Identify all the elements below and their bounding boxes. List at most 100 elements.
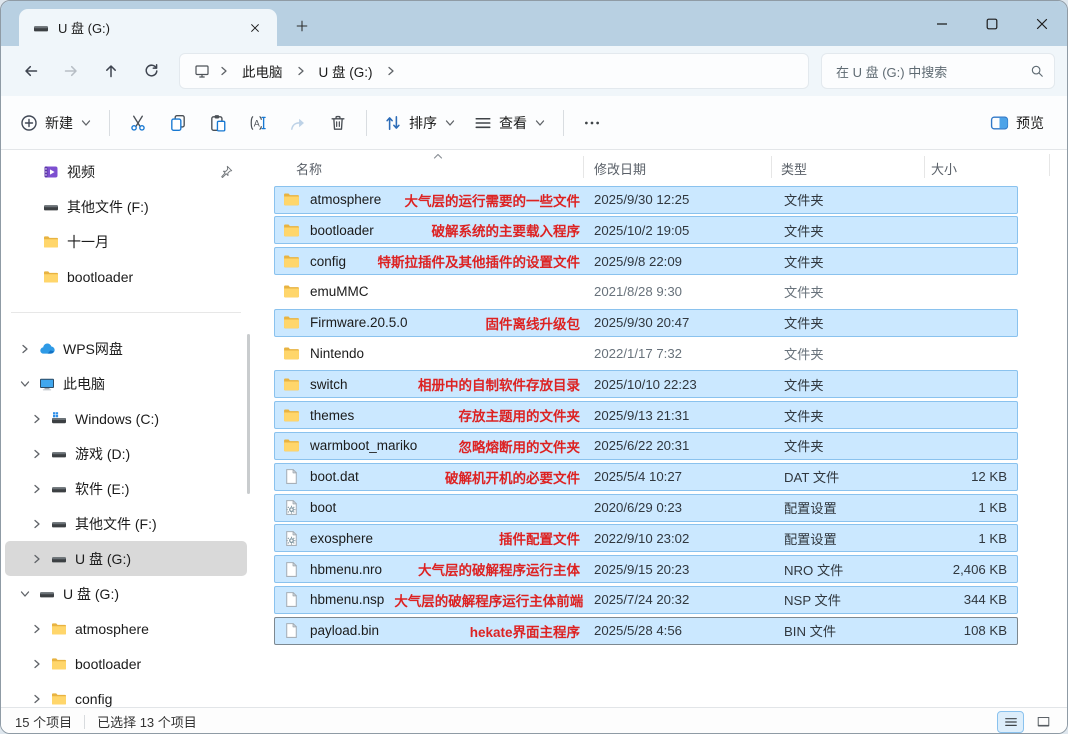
back-button[interactable] bbox=[11, 53, 51, 89]
folder-icon bbox=[51, 621, 67, 637]
close-icon bbox=[249, 22, 261, 34]
file-row[interactable]: payload.binhekate界面主程序2025/5/28 4:56BIN … bbox=[274, 617, 1018, 645]
navigation-bar: 此电脑 U 盘 (G:) 在 U 盘 (G:) 中搜索 bbox=[1, 46, 1067, 96]
search-input[interactable]: 在 U 盘 (G:) 中搜索 bbox=[821, 53, 1055, 89]
sidebar-scrollbar[interactable] bbox=[247, 334, 250, 494]
sidebar-item[interactable]: config bbox=[5, 681, 247, 707]
file-type: 文件夹 bbox=[774, 248, 924, 274]
file-list: 名称 修改日期 类型 大小 atmosphere大气层的运行需要的一些文件202… bbox=[255, 150, 1067, 707]
sidebar-item-label: config bbox=[75, 691, 112, 707]
sidebar-item[interactable]: 其他文件 (F:) bbox=[5, 189, 247, 224]
sidebar-tree: WPS网盘此电脑Windows (C:)游戏 (D:)软件 (E:)其他文件 (… bbox=[1, 331, 255, 707]
paste-button[interactable] bbox=[198, 104, 238, 142]
file-row[interactable]: config特斯拉插件及其他插件的设置文件2025/9/8 22:09文件夹 bbox=[274, 247, 1018, 275]
file-size bbox=[924, 402, 1017, 428]
sidebar-item[interactable]: U 盘 (G:) bbox=[5, 576, 247, 611]
file-type: 文件夹 bbox=[774, 433, 924, 459]
plus-circle-icon bbox=[20, 114, 38, 132]
drive-icon bbox=[51, 516, 67, 532]
sidebar-item[interactable]: 视频 bbox=[5, 154, 247, 189]
more-options-button[interactable] bbox=[572, 104, 612, 142]
file-row[interactable]: bootloader破解系统的主要载入程序2025/10/2 19:05文件夹 bbox=[274, 216, 1018, 244]
file-size: 12 KB bbox=[924, 464, 1017, 490]
details-view-button[interactable] bbox=[997, 711, 1024, 733]
file-annotation: 特斯拉插件及其他插件的设置文件 bbox=[378, 251, 581, 271]
plus-icon bbox=[295, 19, 309, 33]
chevron-right-icon bbox=[295, 65, 307, 77]
file-size bbox=[924, 187, 1017, 213]
chevron-down-icon bbox=[534, 117, 546, 129]
file-row[interactable]: themes存放主题用的文件夹2025/9/13 21:31文件夹 bbox=[274, 401, 1018, 429]
large-icons-view-button[interactable] bbox=[1030, 711, 1057, 733]
file-row[interactable]: atmosphere大气层的运行需要的一些文件2025/9/30 12:25文件… bbox=[274, 186, 1018, 214]
sidebar-item[interactable]: U 盘 (G:) bbox=[5, 541, 247, 576]
rename-button[interactable] bbox=[238, 104, 278, 142]
file-row[interactable]: warmboot_mariko忽略熔断用的文件夹2025/6/22 20:31文… bbox=[274, 432, 1018, 460]
share-button[interactable] bbox=[278, 104, 318, 142]
sidebar-item[interactable]: 此电脑 bbox=[5, 366, 247, 401]
file-name: hbmenu.nro bbox=[310, 562, 382, 577]
file-annotation: 相册中的自制软件存放目录 bbox=[418, 374, 580, 394]
chevron-right-icon bbox=[31, 693, 43, 705]
file-row[interactable]: Nintendo2022/1/17 7:32文件夹 bbox=[274, 340, 1018, 368]
sidebar-item[interactable]: 十一月 bbox=[5, 224, 247, 259]
breadcrumb-this-pc[interactable]: 此电脑 bbox=[234, 58, 291, 84]
copy-button[interactable] bbox=[158, 104, 198, 142]
folder-icon bbox=[283, 253, 300, 270]
this-pc-icon[interactable] bbox=[194, 63, 210, 79]
sidebar-item[interactable]: Windows (C:) bbox=[5, 401, 247, 436]
file-row[interactable]: hbmenu.nro大气层的破解程序运行主体2025/9/15 20:23NRO… bbox=[274, 555, 1018, 583]
file-icon bbox=[283, 468, 300, 485]
file-name: bootloader bbox=[310, 223, 374, 238]
maximize-button[interactable] bbox=[967, 1, 1017, 46]
file-row[interactable]: switch相册中的自制软件存放目录2025/10/10 22:23文件夹 bbox=[274, 370, 1018, 398]
window-controls bbox=[917, 1, 1067, 46]
sort-button[interactable]: 排序 bbox=[375, 104, 465, 142]
file-row[interactable]: boot.dat破解机开机的必要文件2025/5/4 10:27DAT 文件12… bbox=[274, 463, 1018, 491]
scissors-icon bbox=[129, 114, 147, 132]
file-name: exosphere bbox=[310, 531, 373, 546]
chevron-right-icon bbox=[31, 658, 43, 670]
cut-button[interactable] bbox=[118, 104, 158, 142]
file-size bbox=[924, 248, 1017, 274]
minimize-button[interactable] bbox=[917, 1, 967, 46]
file-row[interactable]: hbmenu.nsp大气层的破解程序运行主体前端2025/7/24 20:32N… bbox=[274, 586, 1018, 614]
toolbar-divider bbox=[563, 110, 564, 136]
file-type: 文件夹 bbox=[774, 371, 924, 397]
file-row[interactable]: emuMMC2021/8/28 9:30文件夹 bbox=[274, 278, 1018, 306]
explorer-tab[interactable]: U 盘 (G:) bbox=[19, 9, 277, 46]
chevron-right-icon bbox=[218, 65, 230, 77]
close-button[interactable] bbox=[1017, 1, 1067, 46]
breadcrumb-usb-drive[interactable]: U 盘 (G:) bbox=[311, 58, 381, 84]
toolbar-divider bbox=[109, 110, 110, 136]
chevron-down-icon bbox=[19, 378, 31, 390]
file-icon bbox=[283, 591, 300, 608]
sidebar-item[interactable]: 软件 (E:) bbox=[5, 471, 247, 506]
new-tab-button[interactable] bbox=[287, 11, 317, 41]
file-type: 文件夹 bbox=[774, 341, 924, 367]
sidebar-item[interactable]: atmosphere bbox=[5, 611, 247, 646]
sidebar-item-label: bootloader bbox=[67, 269, 133, 285]
file-row[interactable]: Firmware.20.5.0固件离线升级包2025/9/30 20:47文件夹 bbox=[274, 309, 1018, 337]
file-name: themes bbox=[310, 408, 354, 423]
file-row[interactable]: exosphere插件配置文件2022/9/10 23:02配置设置1 KB bbox=[274, 524, 1018, 552]
sidebar-item-label: atmosphere bbox=[75, 621, 149, 637]
file-row[interactable]: boot2020/6/29 0:23配置设置1 KB bbox=[274, 494, 1018, 522]
forward-button[interactable] bbox=[51, 53, 91, 89]
up-button[interactable] bbox=[91, 53, 131, 89]
delete-button[interactable] bbox=[318, 104, 358, 142]
sidebar-item[interactable]: bootloader bbox=[5, 259, 247, 294]
view-button[interactable]: 查看 bbox=[465, 104, 555, 142]
preview-button[interactable]: 预览 bbox=[981, 104, 1053, 142]
new-button[interactable]: 新建 bbox=[11, 104, 101, 142]
sidebar-item[interactable]: 其他文件 (F:) bbox=[5, 506, 247, 541]
folder-icon bbox=[283, 407, 300, 424]
file-type: 文件夹 bbox=[774, 402, 924, 428]
sidebar-item[interactable]: 游戏 (D:) bbox=[5, 436, 247, 471]
sidebar-item[interactable]: bootloader bbox=[5, 646, 247, 681]
sidebar-item[interactable]: WPS网盘 bbox=[5, 331, 247, 366]
file-size: 2,406 KB bbox=[924, 556, 1017, 582]
tab-close-button[interactable] bbox=[243, 16, 267, 40]
refresh-button[interactable] bbox=[131, 53, 171, 89]
chevron-down-icon bbox=[80, 117, 92, 129]
